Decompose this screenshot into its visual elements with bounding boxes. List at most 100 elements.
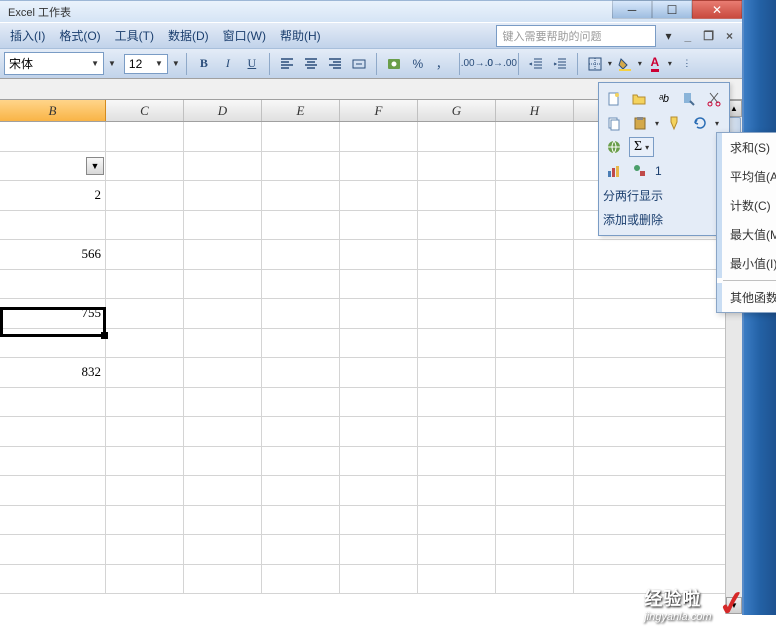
cell[interactable] [418, 240, 496, 269]
cell[interactable] [0, 476, 106, 505]
cell[interactable] [574, 358, 742, 387]
cell[interactable] [340, 299, 418, 328]
border-button[interactable] [584, 53, 606, 75]
cell[interactable] [496, 299, 574, 328]
border-dropdown-icon[interactable]: ▾ [608, 59, 612, 68]
cell[interactable] [340, 122, 418, 151]
panel-add-label[interactable]: 添加或删除 [603, 211, 663, 228]
align-left-button[interactable] [276, 53, 298, 75]
currency-button[interactable] [383, 53, 405, 75]
cell[interactable] [418, 299, 496, 328]
cell[interactable] [418, 388, 496, 417]
cut-icon[interactable] [704, 89, 725, 109]
cell[interactable] [184, 535, 262, 564]
cell[interactable] [496, 565, 574, 594]
cell[interactable] [0, 506, 106, 535]
col-header-g[interactable]: G [418, 100, 496, 121]
cell[interactable] [496, 211, 574, 240]
cell[interactable] [262, 506, 340, 535]
cell[interactable] [106, 417, 184, 446]
comma-button[interactable]: ， [431, 53, 453, 75]
cell[interactable] [184, 388, 262, 417]
cell[interactable] [106, 299, 184, 328]
doc-close-icon[interactable]: × [723, 29, 736, 43]
decrease-decimal-button[interactable]: .0→.00 [490, 53, 512, 75]
cell[interactable] [106, 329, 184, 358]
cell[interactable] [574, 417, 742, 446]
cell[interactable] [262, 299, 340, 328]
minimize-button[interactable]: ─ [612, 0, 652, 19]
cell[interactable] [496, 152, 574, 181]
cell[interactable] [106, 388, 184, 417]
font-color-dropdown-icon[interactable]: ▾ [668, 59, 672, 68]
cell[interactable] [418, 358, 496, 387]
col-header-c[interactable]: C [106, 100, 184, 121]
cell[interactable] [184, 152, 262, 181]
align-center-button[interactable] [300, 53, 322, 75]
cell[interactable] [262, 329, 340, 358]
doc-minimize-icon[interactable]: _ [682, 29, 695, 43]
cell[interactable] [0, 388, 106, 417]
cell-value[interactable]: 755 [0, 299, 106, 328]
cell[interactable] [340, 270, 418, 299]
cell[interactable] [184, 270, 262, 299]
paste-dropdown-icon[interactable]: ▾ [655, 119, 659, 128]
cell[interactable] [184, 181, 262, 210]
cell[interactable] [340, 447, 418, 476]
cell[interactable] [418, 476, 496, 505]
cell[interactable] [418, 152, 496, 181]
merge-button[interactable] [348, 53, 370, 75]
paste-icon[interactable] [629, 113, 651, 133]
cell[interactable] [496, 476, 574, 505]
cell[interactable] [496, 181, 574, 210]
cell[interactable] [418, 211, 496, 240]
underline-button[interactable]: U [241, 53, 263, 75]
doc-restore-icon[interactable]: ❐ [700, 29, 717, 43]
font-dropdown-icon[interactable]: ▼ [108, 59, 116, 68]
cell[interactable] [106, 240, 184, 269]
cell[interactable] [106, 447, 184, 476]
cell[interactable] [574, 535, 742, 564]
menu-data[interactable]: 数据(D) [162, 24, 215, 47]
menu-help[interactable]: 帮助(H) [274, 24, 327, 47]
cell[interactable] [184, 417, 262, 446]
font-size-select[interactable]: 12▼ [124, 54, 168, 74]
cell[interactable] [574, 388, 742, 417]
hyperlink-icon[interactable] [603, 137, 625, 157]
cell[interactable] [418, 447, 496, 476]
new-icon[interactable] [603, 89, 624, 109]
cell[interactable] [262, 181, 340, 210]
cell[interactable] [0, 447, 106, 476]
percent-button[interactable]: % [407, 53, 429, 75]
cell[interactable] [106, 211, 184, 240]
cell[interactable] [340, 565, 418, 594]
cell[interactable] [340, 240, 418, 269]
menu-window[interactable]: 窗口(W) [217, 24, 272, 47]
menu-insert[interactable]: 插入(I) [4, 24, 51, 47]
maximize-button[interactable]: ☐ [652, 0, 692, 19]
decrease-indent-button[interactable] [525, 53, 547, 75]
cell[interactable] [106, 476, 184, 505]
cell[interactable] [418, 122, 496, 151]
col-header-d[interactable]: D [184, 100, 262, 121]
cell[interactable] [262, 122, 340, 151]
align-right-button[interactable] [324, 53, 346, 75]
cell[interactable] [340, 358, 418, 387]
format-painter-icon[interactable] [663, 113, 685, 133]
cell[interactable] [184, 565, 262, 594]
cell[interactable] [496, 388, 574, 417]
cell[interactable] [0, 122, 106, 151]
menu-min[interactable]: 最小值(I) [717, 249, 776, 278]
menu-format[interactable]: 格式(O) [53, 24, 106, 47]
cell[interactable] [184, 240, 262, 269]
cell[interactable] [184, 122, 262, 151]
cell[interactable] [0, 329, 106, 358]
help-search-input[interactable]: 键入需要帮助的问题 [496, 25, 656, 47]
col-header-b[interactable]: B [0, 100, 106, 121]
cell[interactable] [340, 476, 418, 505]
cell[interactable] [262, 240, 340, 269]
cell[interactable] [418, 270, 496, 299]
cell-value[interactable]: 2 [0, 181, 106, 210]
cell[interactable] [184, 299, 262, 328]
help-dropdown-icon[interactable]: ▾ [666, 29, 680, 43]
